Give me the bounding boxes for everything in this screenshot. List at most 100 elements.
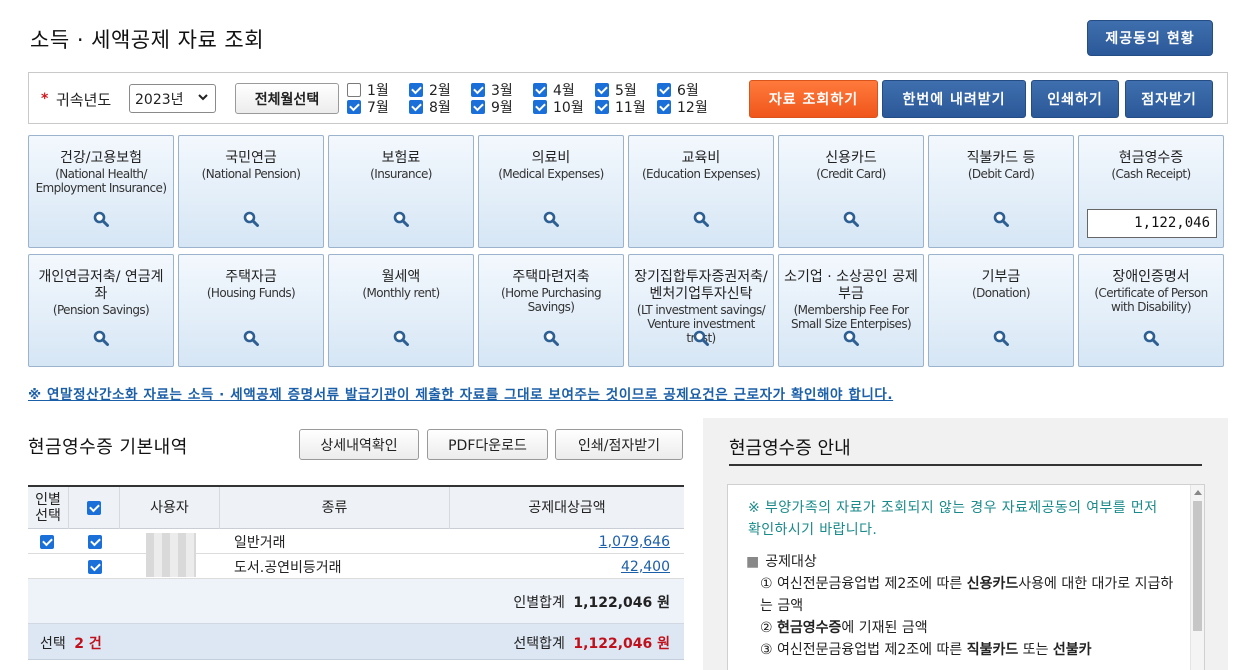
category-tile[interactable]: 보험료 (Insurance) — [328, 135, 474, 248]
month-checkbox-12[interactable]: 12월 — [657, 99, 708, 116]
category-tile[interactable]: 주택마련저축 (Home Purchasing Savings) — [478, 254, 624, 367]
checkbox[interactable] — [657, 83, 671, 97]
year-select[interactable]: 2023년 — [129, 84, 216, 113]
month-checkbox-10[interactable]: 10월 — [533, 99, 584, 116]
month-checkbox-5[interactable]: 5월 — [595, 82, 637, 99]
tile-subtitle: (Housing Funds) — [206, 286, 296, 300]
select-all-checkbox[interactable] — [87, 501, 101, 515]
selected-total-label: 선택합계 — [513, 636, 565, 652]
select-all-months-button[interactable]: 전체월선택 — [235, 83, 339, 114]
category-tile[interactable]: 월세액 (Monthly rent) — [328, 254, 474, 367]
month-label: 7월 — [367, 100, 389, 116]
braille-button[interactable]: 점자받기 — [1125, 80, 1213, 118]
tile-title: 월세액 — [381, 269, 421, 285]
month-checkbox-2[interactable]: 2월 — [409, 82, 451, 99]
search-icon[interactable] — [993, 330, 1009, 346]
search-icon[interactable] — [393, 330, 409, 346]
basic-section-title: 현금영수증 기본내역 — [28, 437, 188, 458]
notice-text[interactable]: ※ 연말정산간소화 자료는 소득 · 세액공제 증명서류 발급기관이 제출한 자… — [28, 383, 893, 403]
scrollbar-thumb[interactable] — [1193, 501, 1202, 631]
search-icon[interactable] — [993, 211, 1009, 227]
tile-subtitle: (Insurance) — [370, 167, 432, 181]
search-icon[interactable] — [93, 330, 109, 346]
category-tile[interactable]: 기부금 (Donation) — [928, 254, 1074, 367]
checkbox[interactable] — [409, 83, 423, 97]
person-checkbox[interactable] — [40, 534, 54, 549]
tile-title: 신용카드 — [825, 150, 877, 166]
month-checkbox-6[interactable]: 6월 — [657, 82, 699, 99]
category-tile[interactable]: 직불카드 등 (Debit Card) — [928, 135, 1074, 248]
tile-subtitle: (Monthly rent) — [362, 286, 440, 300]
checkbox[interactable] — [347, 83, 361, 97]
checkbox[interactable] — [533, 100, 547, 114]
table-row: 일반거래 1,079,646 — [28, 529, 684, 577]
guide-scrollbar[interactable] — [1190, 485, 1204, 670]
month-checkbox-4[interactable]: 4월 — [533, 82, 575, 99]
category-tile[interactable]: 의료비 (Medical Expenses) — [478, 135, 624, 248]
tile-title: 현금영수증 — [1118, 150, 1184, 166]
checkbox[interactable] — [657, 100, 671, 114]
search-icon[interactable] — [93, 211, 109, 227]
category-tile[interactable]: 장애인증명서 (Certificate of Person with Disabi… — [1078, 254, 1224, 367]
checkbox[interactable] — [471, 83, 485, 97]
row-checkbox[interactable] — [88, 534, 102, 549]
month-checkbox-8[interactable]: 8월 — [409, 99, 451, 116]
search-icon[interactable] — [693, 211, 709, 227]
category-tile[interactable]: 현금영수증 (Cash Receipt) 1,122,046 — [1078, 135, 1224, 248]
download-all-button[interactable]: 한번에 내려받기 — [882, 80, 1026, 118]
category-tile[interactable]: 교육비 (Education Expenses) — [628, 135, 774, 248]
search-icon[interactable] — [1143, 330, 1159, 346]
search-icon[interactable] — [243, 330, 259, 346]
checkbox[interactable] — [595, 100, 609, 114]
search-icon[interactable] — [693, 330, 709, 346]
month-checkbox-11[interactable]: 11월 — [595, 99, 646, 116]
tile-amount-field: 1,122,046 — [1087, 209, 1217, 238]
search-icon[interactable] — [843, 211, 859, 227]
col-amount: 공제대상금액 — [528, 500, 606, 516]
month-checkbox-3[interactable]: 3월 — [471, 82, 513, 99]
tile-title: 주택마련저축 — [512, 269, 590, 285]
tile-title: 직불카드 등 — [966, 150, 1036, 166]
row-type: 도서.공연비등거래 — [234, 559, 342, 576]
category-tile[interactable]: 장기집합투자증권저축/ 벤처기업투자신탁 (LT investment savin… — [628, 254, 774, 367]
month-checkbox-7[interactable]: 7월 — [347, 99, 389, 116]
col-select-all[interactable] — [69, 487, 120, 529]
month-label: 10월 — [553, 100, 584, 116]
tile-title: 장애인증명서 — [1112, 269, 1190, 285]
category-tile[interactable]: 신용카드 (Credit Card) — [778, 135, 924, 248]
print-button[interactable]: 인쇄하기 — [1031, 80, 1119, 118]
category-tile[interactable]: 건강/고용보험 (National Health/ Employment Insu… — [28, 135, 174, 248]
tile-title: 주택자금 — [225, 269, 277, 285]
checkbox[interactable] — [471, 100, 485, 114]
checkbox[interactable] — [533, 83, 547, 97]
checkbox[interactable] — [409, 100, 423, 114]
tile-subtitle: (Donation) — [972, 286, 1031, 300]
month-checkbox-1[interactable]: 1월 — [347, 82, 389, 99]
detail-view-button[interactable]: 상세내역확인 — [299, 429, 419, 460]
subtotal-label: 인별합계 — [513, 595, 565, 611]
search-icon[interactable] — [243, 211, 259, 227]
pdf-download-button[interactable]: PDF다운로드 — [427, 429, 548, 460]
checkbox[interactable] — [595, 83, 609, 97]
row-amount-link[interactable]: 1,079,646 — [599, 534, 670, 550]
month-checkbox-9[interactable]: 9월 — [471, 99, 513, 116]
category-tile[interactable]: 국민연금 (National Pension) — [178, 135, 324, 248]
col-user: 사용자 — [120, 487, 220, 529]
row-amount-link[interactable]: 42,400 — [621, 559, 670, 575]
guide-note: ※ 부양가족의 자료가 조회되지 않는 경우 자료제공동의 여부를 먼저 확인하… — [748, 500, 1158, 538]
selected-total-value: 1,122,046 원 — [573, 636, 670, 652]
search-icon[interactable] — [543, 330, 559, 346]
print-braille-button[interactable]: 인쇄/점자받기 — [555, 429, 683, 460]
category-tile[interactable]: 개인연금저축/ 연금계좌 (Pension Savings) — [28, 254, 174, 367]
search-button[interactable]: 자료 조회하기 — [749, 80, 878, 118]
consent-status-button[interactable]: 제공동의 현황 — [1087, 20, 1213, 56]
search-icon[interactable] — [843, 330, 859, 346]
required-mark: * — [41, 91, 49, 107]
row-checkbox[interactable] — [88, 559, 102, 574]
search-icon[interactable] — [543, 211, 559, 227]
category-tile[interactable]: 주택자금 (Housing Funds) — [178, 254, 324, 367]
checkbox[interactable] — [347, 100, 361, 114]
category-tile[interactable]: 소기업 · 소상공인 공제부금 (Membership Fee For Small… — [778, 254, 924, 367]
search-icon[interactable] — [393, 211, 409, 227]
tile-title: 국민연금 — [225, 150, 277, 166]
